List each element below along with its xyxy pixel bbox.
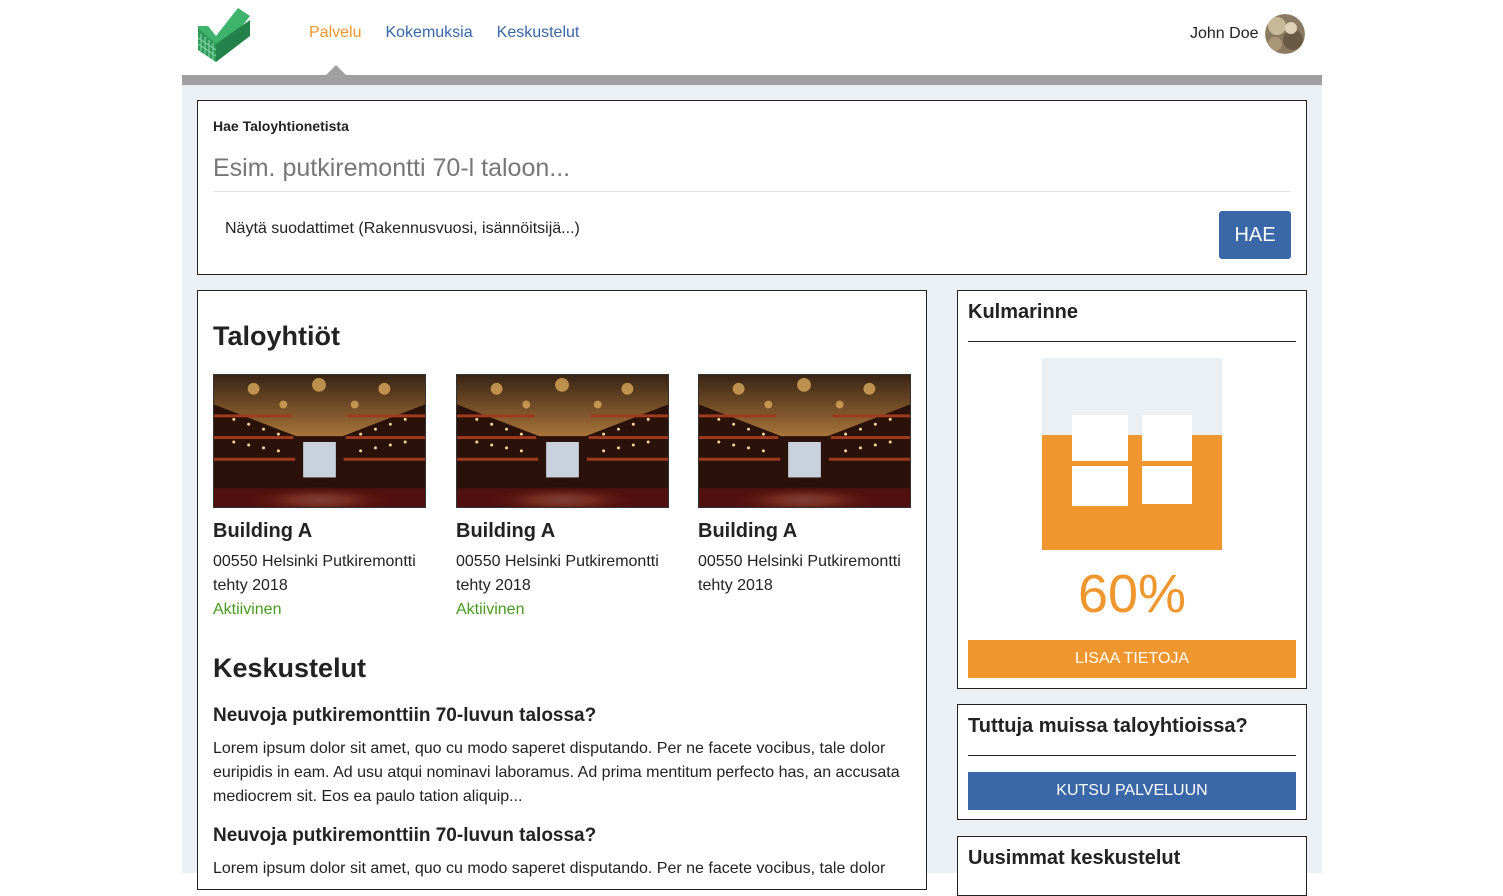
main-nav: Palvelu Kokemuksia Keskustelut	[309, 24, 603, 42]
building-photo[interactable]	[456, 374, 669, 508]
discussions-section-title: Keskustelut	[213, 653, 367, 683]
checkmark-building-logo[interactable]	[196, 6, 250, 62]
building-status: Aktiivinen	[213, 601, 282, 618]
thread-title[interactable]: Neuvoja putkiremonttiin 70-luvun talossa…	[213, 825, 596, 847]
building-photo[interactable]	[698, 374, 911, 508]
nav-palvelu[interactable]: Palvelu	[309, 24, 361, 42]
building-description: 00550 Helsinki Putkiremontti tehty 2018	[698, 553, 901, 594]
thread-title[interactable]: Neuvoja putkiremonttiin 70-luvun talossa…	[213, 705, 596, 727]
building-name[interactable]: Building A	[698, 519, 911, 543]
search-card: Hae Taloyhtionetista Näytä suodattimet (…	[197, 100, 1307, 275]
user-menu[interactable]: John Doe	[1190, 14, 1305, 54]
nav-keskustelut[interactable]: Keskustelut	[497, 24, 580, 42]
search-label: Hae Taloyhtionetista	[213, 118, 349, 134]
building-photo[interactable]	[213, 374, 426, 508]
user-name: John Doe	[1190, 25, 1259, 42]
card-divider	[968, 755, 1296, 756]
building-card[interactable]: Building A 00550 Helsinki Putkiremontti …	[213, 374, 426, 622]
building-progress-icon	[1042, 358, 1222, 550]
building-card[interactable]: Building A 00550 Helsinki Putkiremontti …	[698, 374, 911, 598]
thread-excerpt: Lorem ipsum dolor sit amet, quo cu modo …	[213, 860, 886, 877]
building-status: Aktiivinen	[456, 601, 525, 618]
show-filters-link[interactable]: Näytä suodattimet (Rakennusvuosi, isännö…	[225, 220, 580, 238]
building-name[interactable]: Building A	[213, 519, 426, 543]
building-description: 00550 Helsinki Putkiremontti tehty 2018	[213, 553, 416, 594]
main-content-card: Taloyhtiöt Building A 00550 Helsinki Put…	[197, 290, 927, 890]
nav-kokemuksia[interactable]: Kokemuksia	[385, 24, 472, 42]
invite-card: Tuttuja muissa taloyhtioissa? KUTSU PALV…	[957, 704, 1307, 820]
building-description: 00550 Helsinki Putkiremontti tehty 2018	[456, 553, 659, 594]
avatar[interactable]	[1264, 14, 1305, 54]
building-progress-card: Kulmarinne 60% LISAA TIETOJA	[957, 290, 1307, 689]
buildings-list: Building A 00550 Helsinki Putkiremontti …	[213, 374, 913, 624]
buildings-section-title: Taloyhtiöt	[213, 321, 340, 351]
latest-discussions-card: Uusimmat keskustelut	[957, 836, 1307, 896]
card-divider	[968, 341, 1296, 342]
building-name[interactable]: Building A	[456, 519, 669, 543]
invite-title: Tuttuja muissa taloyhtioissa?	[968, 715, 1248, 737]
building-progress-title: Kulmarinne	[968, 301, 1079, 323]
invite-button[interactable]: KUTSU PALVELUUN	[968, 772, 1296, 810]
building-card[interactable]: Building A 00550 Helsinki Putkiremontti …	[456, 374, 669, 622]
search-button[interactable]: HAE	[1219, 211, 1291, 259]
search-input[interactable]	[213, 145, 1291, 192]
add-info-button[interactable]: LISAA TIETOJA	[968, 640, 1296, 678]
top-header: Palvelu Kokemuksia Keskustelut John Doe	[0, 0, 1503, 76]
latest-discussions-title: Uusimmat keskustelut	[968, 847, 1181, 869]
progress-percent: 60%	[1077, 564, 1187, 624]
active-nav-indicator	[326, 65, 346, 75]
thread-excerpt: Lorem ipsum dolor sit amet, quo cu modo …	[213, 740, 900, 805]
header-divider-bar	[182, 75, 1322, 85]
